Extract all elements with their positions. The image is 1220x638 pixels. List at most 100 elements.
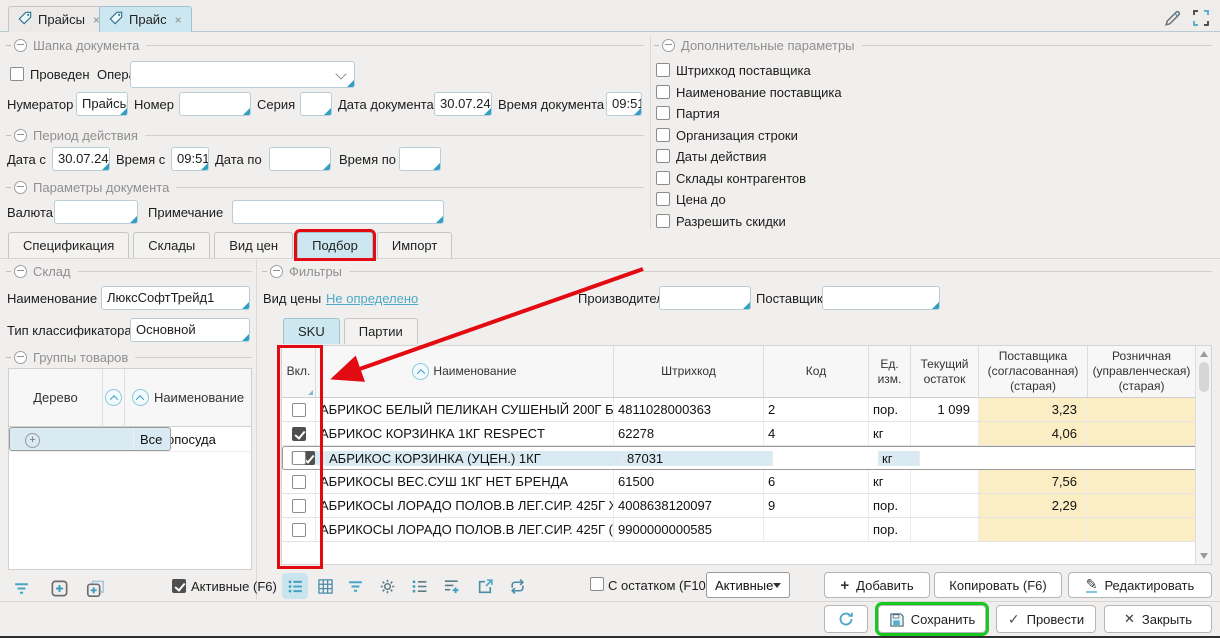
collapse-icon[interactable]: [14, 39, 27, 52]
scroll-up-icon[interactable]: [1200, 351, 1208, 357]
currency-input[interactable]: [54, 200, 138, 224]
collapse-icon[interactable]: [14, 265, 27, 278]
column-header-barcode[interactable]: Штрихкод: [614, 346, 764, 397]
row-include-checkbox[interactable]: [292, 475, 306, 489]
row-include-checkbox[interactable]: [292, 427, 306, 441]
list-view-icon[interactable]: [282, 573, 308, 599]
operation-select[interactable]: [130, 61, 355, 88]
doc-tab[interactable]: Подбор: [297, 232, 373, 258]
additional-param-checkbox[interactable]: [656, 85, 670, 99]
doc-date-input[interactable]: 30.07.24: [434, 92, 492, 116]
edit-pencil-icon[interactable]: [1162, 8, 1182, 28]
scroll-down-icon[interactable]: [1200, 553, 1208, 559]
doc-tab[interactable]: Импорт: [377, 232, 452, 258]
series-input[interactable]: [300, 92, 332, 116]
close-button[interactable]: ✕Закрыть: [1104, 605, 1212, 633]
additional-param-checkbox[interactable]: [656, 63, 670, 77]
date-from-input[interactable]: 30.07.24: [52, 147, 110, 171]
additional-param-label: Штрихкод поставщика: [676, 63, 811, 78]
collapse-icon[interactable]: [14, 181, 27, 194]
additional-param-checkbox[interactable]: [656, 149, 670, 163]
column-header-supplier-price[interactable]: Поставщика (согласованная) (старая): [979, 346, 1088, 397]
gear-icon[interactable]: [374, 573, 400, 599]
refresh-rows-icon[interactable]: [504, 573, 530, 599]
table-row[interactable]: АБРИКОС БЕЛЫЙ ПЕЛИКАН СУШЕНЫЙ 200Г БЕЛ48…: [282, 398, 1211, 422]
column-header-unit[interactable]: Ед. изм.: [869, 346, 911, 397]
sku-tab[interactable]: SKU: [283, 318, 340, 344]
row-include-checkbox[interactable]: [292, 403, 306, 417]
add-group-icon[interactable]: [82, 575, 108, 601]
filter-icon[interactable]: [342, 573, 368, 599]
sort-icon[interactable]: [103, 369, 125, 426]
doc-tab[interactable]: Вид цен: [214, 232, 293, 258]
filter-icon[interactable]: [8, 575, 34, 601]
row-include-checkbox[interactable]: [292, 523, 306, 537]
table-cell: 87031: [623, 451, 773, 466]
collapse-icon[interactable]: [14, 129, 27, 142]
doc-tab[interactable]: Склады: [133, 232, 210, 258]
doc-time-input[interactable]: 09:51: [606, 92, 642, 116]
numerator-input[interactable]: Прайсы: [76, 92, 128, 116]
row-include-checkbox[interactable]: [292, 499, 306, 513]
collapse-icon[interactable]: [662, 39, 675, 52]
close-icon[interactable]: ×: [175, 13, 182, 27]
tree-column-header[interactable]: Дерево: [9, 369, 103, 426]
number-input[interactable]: [179, 92, 251, 116]
grid-icon[interactable]: [312, 573, 338, 599]
date-to-input[interactable]: [269, 147, 331, 171]
additional-param-checkbox[interactable]: [656, 106, 670, 120]
collapse-icon[interactable]: [14, 351, 27, 364]
column-header-incl[interactable]: Вкл.: [282, 346, 316, 397]
name-column-header[interactable]: Наименование: [125, 369, 251, 426]
column-header-stock[interactable]: Текущий остаток: [911, 346, 979, 397]
sku-tab[interactable]: Партии: [344, 318, 418, 344]
stock-filter-checkbox[interactable]: [590, 577, 604, 591]
column-header-name[interactable]: Наименование: [316, 346, 614, 397]
note-input[interactable]: [232, 200, 444, 224]
table-row[interactable]: АБРИКОС КОРЗИНКА (УЦЕН.) 1КГ87031кг: [282, 446, 1212, 470]
add-button[interactable]: +Добавить: [824, 572, 930, 598]
manufacturer-input[interactable]: [659, 286, 751, 310]
table-row[interactable]: АБРИКОС КОРЗИНКА 1КГ RESPECT622784кг4,06: [282, 422, 1211, 446]
add-rows-icon[interactable]: [438, 573, 464, 599]
additional-param-checkbox[interactable]: [656, 128, 670, 142]
collapse-icon[interactable]: [270, 265, 283, 278]
window-tab[interactable]: Прайсы×: [8, 6, 110, 32]
numbered-list-icon[interactable]: [406, 573, 432, 599]
edit-button[interactable]: ✎Редактировать: [1068, 572, 1212, 598]
classifier-input[interactable]: Основной: [130, 318, 250, 342]
price-type-link[interactable]: Не определено: [326, 291, 418, 306]
post-button[interactable]: ✓Провести: [996, 605, 1096, 633]
posted-checkbox[interactable]: [10, 67, 24, 81]
time-to-input[interactable]: [399, 147, 441, 171]
warehouse-name-input[interactable]: ЛюксСофтТрейд1: [101, 286, 250, 310]
active-filter-checkbox[interactable]: [172, 579, 186, 593]
supplier-input[interactable]: [822, 286, 940, 310]
additional-param-checkbox[interactable]: [656, 171, 670, 185]
additional-param-checkbox[interactable]: [656, 192, 670, 206]
vertical-scrollbar[interactable]: [1195, 346, 1211, 564]
table-row[interactable]: АБРИКОСЫ ЛОРАДО ПОЛОВ.В ЛЕГ.СИР. 425Г Ж/…: [282, 494, 1211, 518]
fullscreen-icon[interactable]: [1191, 8, 1211, 28]
sort-icon[interactable]: [132, 389, 149, 406]
plus-circle-icon[interactable]: +: [25, 431, 40, 448]
tree-row[interactable]: +Все: [9, 427, 171, 451]
column-header-code[interactable]: Код: [764, 346, 869, 397]
copy-button[interactable]: Копировать (F6): [934, 572, 1062, 598]
sort-icon[interactable]: [412, 363, 429, 380]
scrollbar-thumb[interactable]: [1199, 362, 1209, 392]
external-link-icon[interactable]: [472, 573, 498, 599]
row-include-checkbox[interactable]: [292, 451, 306, 465]
window-tab[interactable]: Прайс×: [99, 6, 192, 32]
save-button[interactable]: Сохранить: [878, 605, 986, 633]
doc-tab[interactable]: Спецификация: [8, 232, 129, 258]
time-from-input[interactable]: 09:51: [171, 147, 209, 171]
table-row[interactable]: АБРИКОСЫ ВЕС.СУШ 1КГ НЕТ БРЕНДА615006кг7…: [282, 470, 1211, 494]
table-row[interactable]: АБРИКОСЫ ЛОРАДО ПОЛОВ.В ЛЕГ.СИР. 425Г (У…: [282, 518, 1211, 542]
add-item-icon[interactable]: [46, 575, 72, 601]
additional-param-checkbox[interactable]: [656, 214, 670, 228]
column-header-retail-price[interactable]: Розничная (управленческая) (старая): [1088, 346, 1195, 397]
refresh-button[interactable]: [824, 605, 868, 633]
state-filter-select[interactable]: Активные: [706, 572, 790, 598]
additional-param-label: Партия: [676, 106, 720, 121]
